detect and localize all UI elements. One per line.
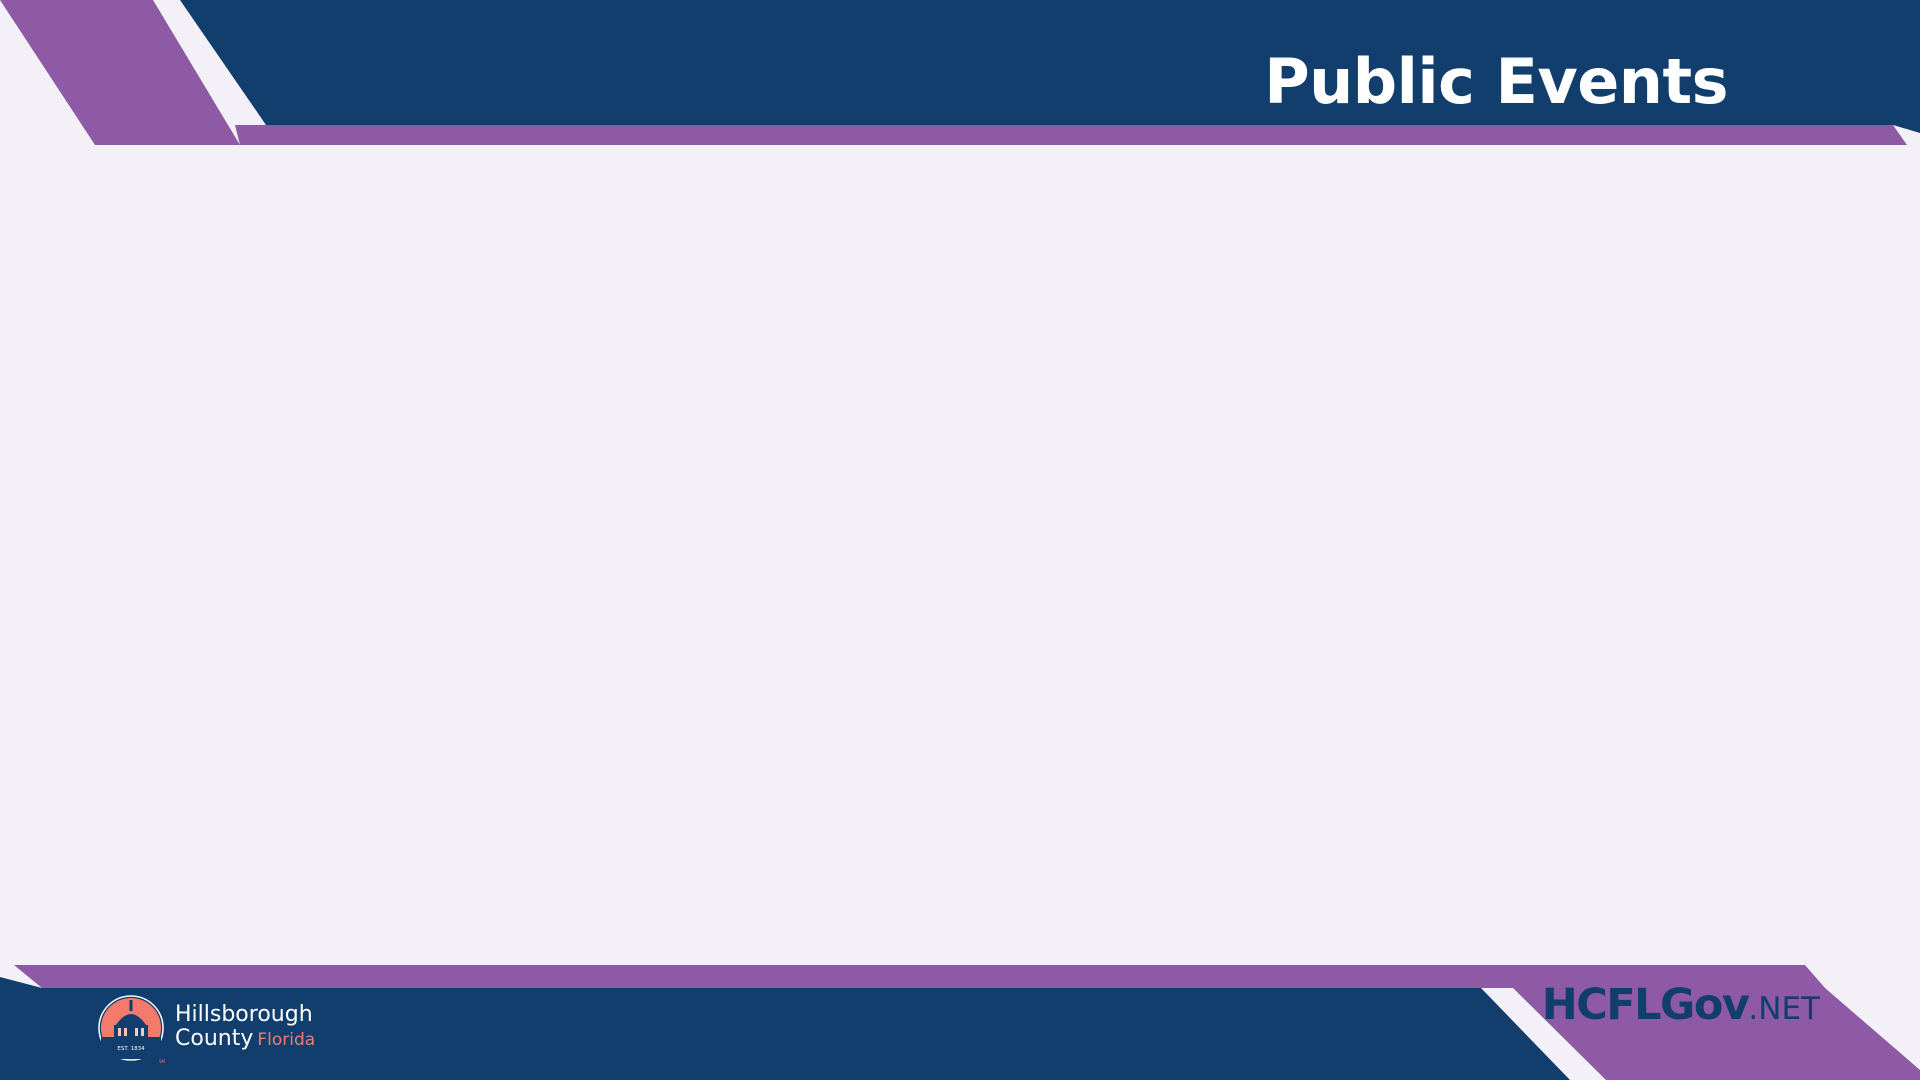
logo-county: County — [175, 1026, 254, 1051]
county-logo: EST. 1834 SM Hillsborough County Florida — [96, 993, 326, 1063]
logo-line-2: County Florida — [175, 1027, 315, 1052]
website-url: HCFLGov.NET — [1542, 980, 1820, 1030]
slide-decoration — [0, 0, 1920, 1080]
website-url-main: HCFLGov — [1541, 980, 1750, 1030]
slide-title: Public Events — [1264, 45, 1728, 118]
logo-est-text: EST. 1834 — [117, 1046, 145, 1052]
logo-line-1: Hillsborough — [175, 1002, 313, 1027]
slide: Public Events EST. 1834 SM Hillsborough — [0, 0, 1920, 1080]
logo-wordmark: Hillsborough County Florida — [175, 1003, 315, 1052]
logo-state: Florida — [257, 1030, 316, 1050]
website-url-suffix: .NET — [1748, 991, 1820, 1027]
header-purple-stripe — [235, 125, 1907, 145]
courthouse-dome-seal-icon: EST. 1834 SM — [96, 993, 166, 1063]
logo-sm-mark: SM — [159, 1059, 166, 1063]
